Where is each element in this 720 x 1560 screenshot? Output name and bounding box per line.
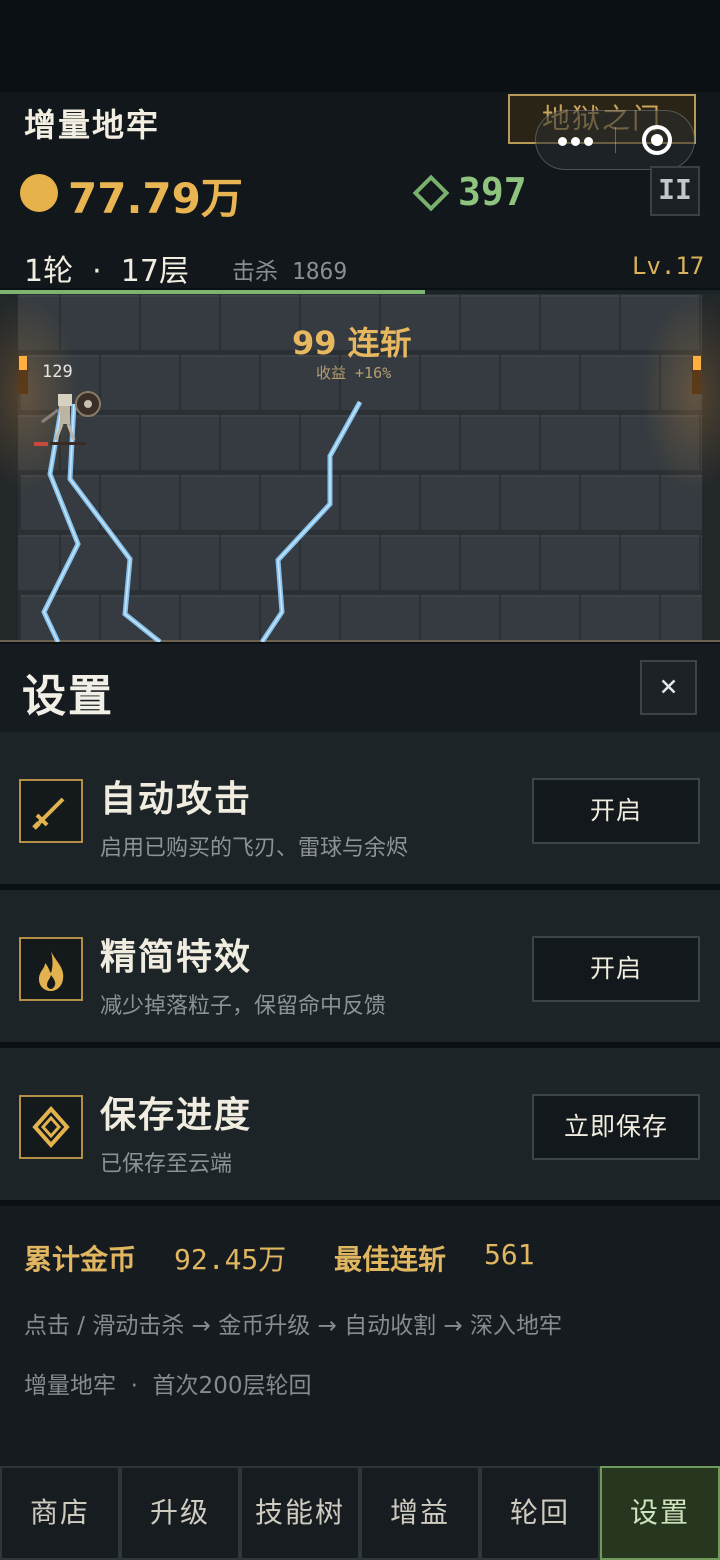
kill-count: 击杀 1869 bbox=[232, 259, 348, 285]
close-settings-button[interactable]: × bbox=[640, 660, 697, 715]
diamond-icon bbox=[19, 1095, 83, 1159]
mini-program-capsule bbox=[535, 110, 695, 170]
save-now-button[interactable]: 立即保存 bbox=[532, 1094, 700, 1160]
setting-title: 精简特效 bbox=[100, 937, 253, 978]
more-options-icon[interactable] bbox=[536, 111, 614, 169]
enemy-hp: 129 bbox=[42, 362, 73, 382]
setting-desc: 减少掉落粒子，保留命中反馈 bbox=[100, 994, 387, 1019]
tab-settings[interactable]: 设置 bbox=[600, 1466, 720, 1560]
sword-icon bbox=[19, 779, 83, 843]
pause-button[interactable]: II bbox=[650, 166, 700, 216]
best-combo-label: 最佳连斩 bbox=[334, 1243, 447, 1276]
level-label: Lv.17 bbox=[632, 252, 705, 280]
simple-effects-toggle-button[interactable]: 开启 bbox=[532, 936, 700, 1002]
combo-counter: 99 连斩 bbox=[292, 324, 412, 362]
tab-shop[interactable]: 商店 bbox=[0, 1466, 120, 1560]
gem-amount: 397 bbox=[458, 170, 527, 214]
coin-icon bbox=[20, 174, 58, 212]
auto-attack-toggle-button[interactable]: 开启 bbox=[532, 778, 700, 844]
combo-bonus: 收益 +16% bbox=[316, 364, 392, 382]
flame-icon bbox=[19, 937, 83, 1001]
setting-title: 保存进度 bbox=[100, 1095, 253, 1136]
setting-desc: 已保存至云端 bbox=[100, 1152, 233, 1177]
game-footer: 增量地牢 · 首次200层轮回 bbox=[24, 1373, 312, 1399]
best-combo-value: 561 bbox=[484, 1238, 535, 1271]
total-gold-value: 92.45万 bbox=[174, 1243, 287, 1276]
tab-rebirth[interactable]: 轮回 bbox=[480, 1466, 600, 1560]
total-gold-label: 累计金币 bbox=[24, 1243, 137, 1276]
tab-buffs[interactable]: 增益 bbox=[360, 1466, 480, 1560]
gold-amount: 77.79万 bbox=[68, 174, 243, 223]
game-title: 增量地牢 bbox=[24, 106, 161, 144]
setting-title: 自动攻击 bbox=[100, 779, 253, 820]
tab-upgrade[interactable]: 升级 bbox=[120, 1466, 240, 1560]
gameplay-flow: 点击 / 滑动击杀 → 金币升级 → 自动收割 → 深入地牢 bbox=[24, 1313, 563, 1339]
setting-desc: 启用已购买的飞刃、雷球与余烬 bbox=[100, 836, 409, 861]
setting-save-progress: 保存进度 已保存至云端 立即保存 bbox=[0, 1048, 720, 1200]
exit-mini-program-icon[interactable] bbox=[616, 111, 694, 169]
round-floor-label: 1轮 · 17层 bbox=[24, 254, 189, 289]
setting-auto-attack: 自动攻击 启用已购买的飞刃、雷球与余烬 开启 bbox=[0, 732, 720, 884]
bottom-tab-bar: 商店 升级 技能树 增益 轮回 设置 bbox=[0, 1466, 720, 1560]
tab-skill-tree[interactable]: 技能树 bbox=[240, 1466, 360, 1560]
settings-title: 设置 bbox=[22, 671, 114, 722]
setting-simple-effects: 精简特效 减少掉落粒子，保留命中反馈 开启 bbox=[0, 890, 720, 1042]
